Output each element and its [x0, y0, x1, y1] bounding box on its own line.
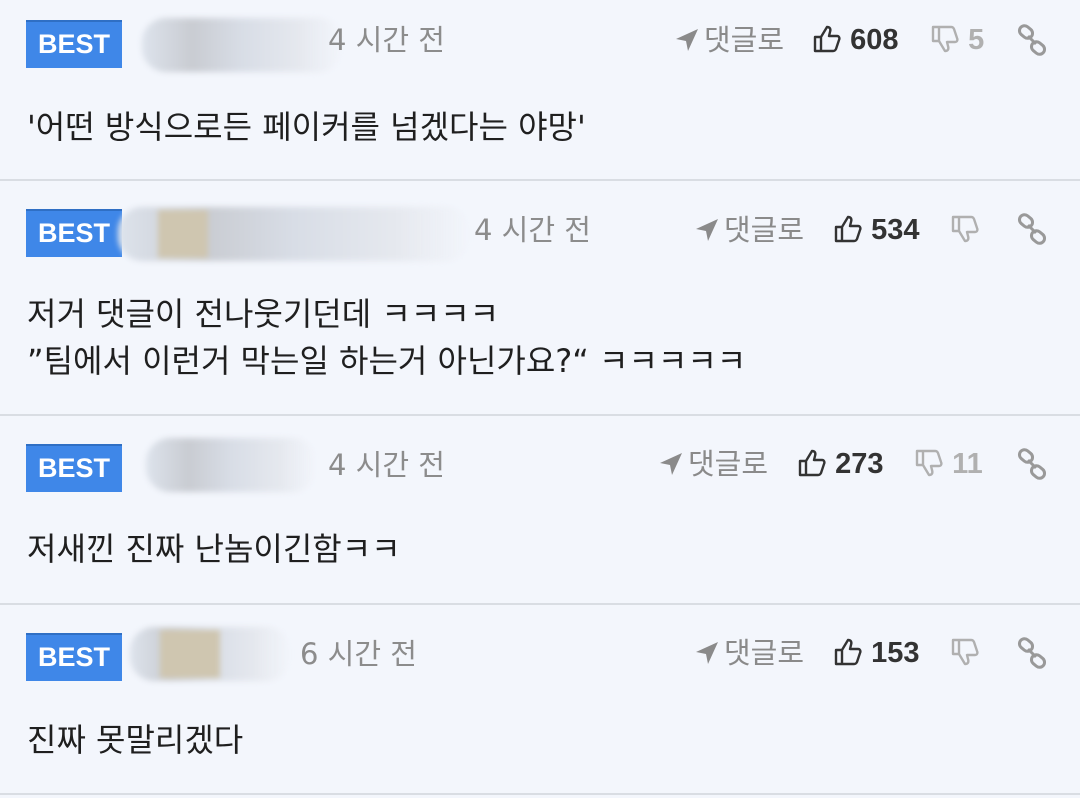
like-button[interactable]: 273 — [797, 444, 883, 484]
comment-item: BEST 4 시간 전 댓글로 534 저거 댓글이 전나웃기던데 ㅋㅋㅋㅋ ”… — [0, 181, 1080, 416]
comment-item: BEST 4 시간 전 댓글로 608 5 '어떤 방식으로든 페이커를 넘겠다… — [0, 0, 1080, 181]
author-nickname-blurred — [146, 438, 316, 492]
comment-text: 저새낀 진짜 난놈이긴함ㅋㅋ — [27, 530, 401, 568]
reply-label: 댓글로 — [704, 23, 785, 57]
send-arrow-icon — [676, 29, 698, 51]
author-nickname-blurred — [142, 18, 342, 72]
reply-button[interactable]: 댓글로 — [658, 444, 768, 484]
dislike-count: 11 — [952, 448, 983, 480]
send-arrow-icon — [696, 219, 718, 241]
best-badge: BEST — [26, 209, 122, 257]
thumbs-up-icon — [834, 215, 862, 243]
comment-text: 진짜 못말리겠다 — [27, 721, 244, 759]
thumbs-up-icon — [813, 25, 841, 53]
link-chain-icon[interactable] — [1016, 637, 1048, 669]
reply-button[interactable]: 댓글로 — [674, 20, 784, 60]
thumbs-down-icon — [951, 638, 979, 666]
reply-button[interactable]: 댓글로 — [694, 210, 804, 250]
like-button[interactable]: 608 — [812, 20, 898, 60]
thumbs-down-icon — [931, 25, 959, 53]
thumbs-up-icon — [798, 449, 826, 477]
like-count: 153 — [871, 637, 920, 669]
link-chain-icon[interactable] — [1016, 24, 1048, 56]
reply-button[interactable]: 댓글로 — [694, 633, 804, 673]
author-nickname-blurred — [130, 627, 290, 681]
dislike-button[interactable]: 11 — [914, 444, 983, 484]
reply-label: 댓글로 — [724, 636, 805, 670]
like-button[interactable]: 534 — [833, 210, 919, 250]
comment-text-line: ”팀에서 이런거 막는일 하는거 아닌가요?“ ㅋㅋㅋㅋㅋ — [27, 342, 747, 380]
comment-text: '어떤 방식으로든 페이커를 넘겠다는 야망' — [27, 108, 586, 146]
comment-time: 4 시간 전 — [328, 23, 445, 57]
best-badge: BEST — [26, 20, 122, 68]
author-nickname-blurred — [118, 207, 470, 261]
reply-label: 댓글로 — [724, 213, 805, 247]
send-arrow-icon — [696, 642, 718, 664]
like-button[interactable]: 153 — [833, 633, 919, 673]
like-count: 273 — [835, 448, 884, 480]
like-count: 608 — [850, 24, 899, 56]
thumbs-down-icon — [915, 449, 943, 477]
dislike-count: 5 — [968, 24, 985, 56]
comment-text-line: 저거 댓글이 전나웃기던데 ㅋㅋㅋㅋ — [27, 295, 500, 333]
best-badge: BEST — [26, 633, 122, 681]
like-count: 534 — [871, 214, 920, 246]
reply-label: 댓글로 — [688, 447, 769, 481]
dislike-button[interactable]: 5 — [930, 20, 984, 60]
link-chain-icon[interactable] — [1016, 448, 1048, 480]
thumbs-down-icon — [951, 215, 979, 243]
comment-item: BEST 6 시간 전 댓글로 153 진짜 못말리겠다 — [0, 605, 1080, 795]
dislike-button[interactable] — [950, 210, 980, 250]
link-chain-icon[interactable] — [1016, 213, 1048, 245]
thumbs-up-icon — [834, 638, 862, 666]
dislike-button[interactable] — [950, 633, 980, 673]
best-badge: BEST — [26, 444, 122, 492]
comment-time: 4 시간 전 — [474, 213, 591, 247]
send-arrow-icon — [660, 453, 682, 475]
comment-time: 4 시간 전 — [328, 448, 445, 482]
comment-time: 6 시간 전 — [300, 637, 417, 671]
comment-item: BEST 4 시간 전 댓글로 273 11 저새낀 진짜 난놈이긴함ㅋㅋ — [0, 416, 1080, 605]
